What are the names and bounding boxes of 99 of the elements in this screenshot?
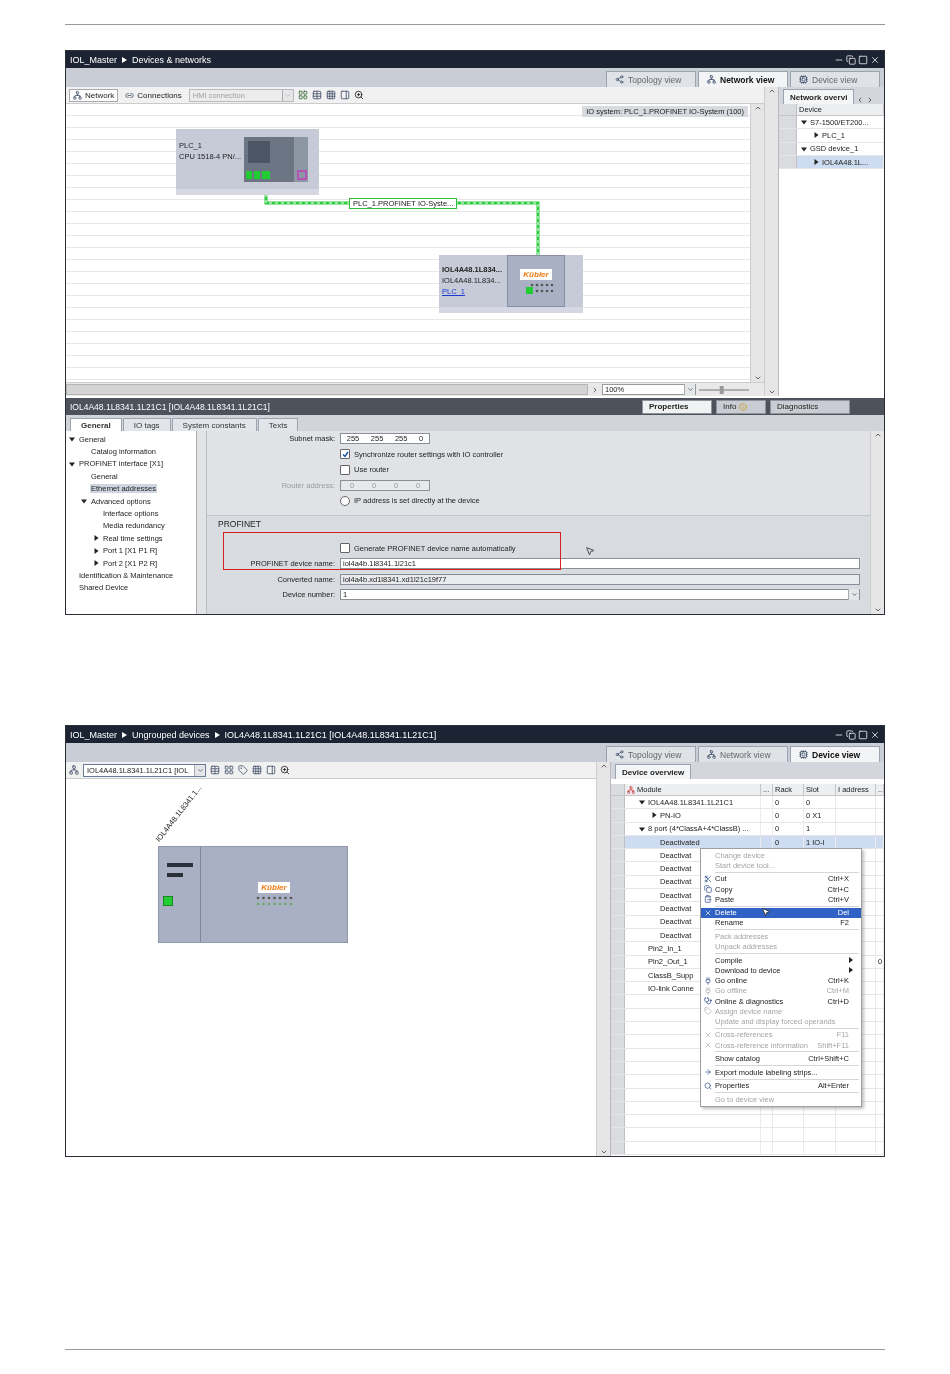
- caret-icon[interactable]: [93, 547, 99, 554]
- info-icon: [739, 402, 748, 411]
- zoom-icon[interactable]: [280, 765, 290, 775]
- inspector-tab[interactable]: Properties: [642, 399, 712, 414]
- restore-icon[interactable]: [846, 54, 856, 65]
- cross-icon: [704, 1030, 712, 1039]
- caret-icon[interactable]: [651, 812, 657, 819]
- grid-icon[interactable]: [224, 765, 234, 775]
- caret-icon[interactable]: [801, 145, 807, 152]
- vertical-scrollbar[interactable]: [596, 762, 610, 1156]
- view-tab[interactable]: Topology view: [606, 746, 696, 762]
- tag-icon[interactable]: [238, 765, 248, 775]
- topology-icon: [615, 750, 624, 759]
- close-icon[interactable]: [870, 54, 880, 65]
- tab[interactable]: General: [70, 418, 122, 431]
- breadcrumb-item[interactable]: IOL4A48.1L8341.1L21C1 [IOL4A48.1L8341.1L21C1]: [224, 729, 437, 740]
- vertical-scrollbar[interactable]: [764, 87, 778, 396]
- panel-tab[interactable]: Network overvi: [783, 89, 855, 104]
- scroll-right-icon[interactable]: [591, 385, 599, 394]
- radio-button[interactable]: [340, 495, 350, 506]
- vertical-scrollbar[interactable]: [870, 431, 884, 614]
- view-tab[interactable]: Topology view: [606, 71, 696, 87]
- section-title: PROFINET: [217, 518, 262, 531]
- tab[interactable]: System constants: [171, 418, 257, 431]
- delete-icon: [704, 908, 712, 917]
- network-icon: [707, 75, 716, 84]
- checkbox[interactable]: [340, 449, 350, 460]
- search-icon: [704, 1081, 712, 1090]
- inspector-title: IOL4A48.1L8341.1L21C1 [IOL4A48.1L8341.1L21C1]: [70, 401, 271, 412]
- caret-icon[interactable]: [813, 159, 819, 166]
- connections-button[interactable]: Connections: [122, 88, 185, 102]
- plc-rack-drawing: [244, 137, 308, 183]
- arrow-icon: [704, 1068, 712, 1077]
- view-tab[interactable]: Device view: [790, 746, 880, 762]
- network-icon: [73, 90, 82, 100]
- restore-icon[interactable]: [846, 729, 856, 740]
- breadcrumb-item[interactable]: IOL_Master: [70, 729, 118, 740]
- tag-icon: [704, 1007, 712, 1016]
- caret-icon[interactable]: [69, 436, 75, 443]
- tab[interactable]: IO tags: [122, 418, 171, 431]
- inspector-tab[interactable]: Diagnostics: [770, 399, 850, 414]
- module-icon: [627, 785, 635, 794]
- breadcrumb-item[interactable]: Devices & networks: [132, 54, 212, 65]
- scroll-thumb[interactable]: [66, 384, 588, 395]
- view-tab[interactable]: Network view: [698, 746, 788, 762]
- vertical-scrollbar[interactable]: [750, 104, 764, 382]
- scroll-up-icon[interactable]: [599, 762, 608, 770]
- view-tab[interactable]: Device view: [790, 71, 880, 87]
- maximize-icon[interactable]: [858, 54, 868, 65]
- caret-icon[interactable]: [81, 498, 87, 505]
- grid-icon[interactable]: [252, 765, 262, 775]
- zoom-icon[interactable]: [353, 90, 364, 100]
- device-icon: [799, 750, 808, 759]
- breadcrumb-arrow-icon: [122, 731, 128, 738]
- maximize-icon[interactable]: [858, 729, 868, 740]
- link-icon: [125, 90, 135, 100]
- topology-icon: [615, 75, 624, 84]
- mouse-pointer-icon: [761, 907, 771, 917]
- network-icon[interactable]: [69, 765, 79, 775]
- network-icon: [707, 750, 716, 759]
- device-icon: [799, 75, 808, 84]
- network-button[interactable]: Network: [69, 88, 119, 102]
- brand-logo: Kübler: [258, 882, 290, 893]
- scroll-down-icon[interactable]: [599, 1148, 608, 1156]
- breadcrumb-arrow-icon: [214, 731, 220, 738]
- checkbox[interactable]: [340, 543, 350, 554]
- mouse-pointer-icon: [585, 545, 595, 556]
- caret-icon[interactable]: [813, 132, 819, 139]
- zoom-slider[interactable]: [699, 385, 749, 394]
- grid-icon[interactable]: [297, 90, 308, 100]
- checkbox[interactable]: [340, 464, 350, 475]
- breadcrumb-item[interactable]: Ungrouped devices: [132, 729, 210, 740]
- paste-icon: [704, 895, 712, 904]
- panel-icon[interactable]: [339, 90, 350, 100]
- brand-logo: Kübler: [520, 268, 552, 280]
- caret-icon[interactable]: [93, 560, 99, 567]
- scroll-up-icon[interactable]: [873, 431, 882, 439]
- close-icon[interactable]: [870, 729, 880, 740]
- inspector-tab[interactable]: Info: [716, 399, 766, 414]
- view-tab[interactable]: Network view: [698, 71, 788, 87]
- copy-icon: [704, 885, 712, 894]
- caret-icon[interactable]: [639, 825, 645, 832]
- grid-icon[interactable]: [325, 90, 336, 100]
- caret-icon[interactable]: [69, 460, 75, 467]
- scissors-icon: [704, 874, 712, 883]
- breadcrumb-item[interactable]: IOL_Master: [70, 54, 118, 65]
- scroll-down-icon[interactable]: [873, 606, 882, 614]
- breadcrumb-arrow-icon: [122, 56, 128, 63]
- cross-icon: [704, 1041, 712, 1050]
- tab[interactable]: Texts: [257, 418, 299, 431]
- panel-tab[interactable]: Device overview: [615, 764, 692, 779]
- table-icon[interactable]: [210, 765, 220, 775]
- table-icon[interactable]: [311, 90, 322, 100]
- stethoscope-icon: [704, 997, 712, 1006]
- caret-icon[interactable]: [639, 799, 645, 806]
- caret-icon[interactable]: [93, 535, 99, 542]
- panel-icon[interactable]: [266, 765, 276, 775]
- port-icon: [163, 896, 173, 906]
- caret-icon[interactable]: [801, 119, 807, 126]
